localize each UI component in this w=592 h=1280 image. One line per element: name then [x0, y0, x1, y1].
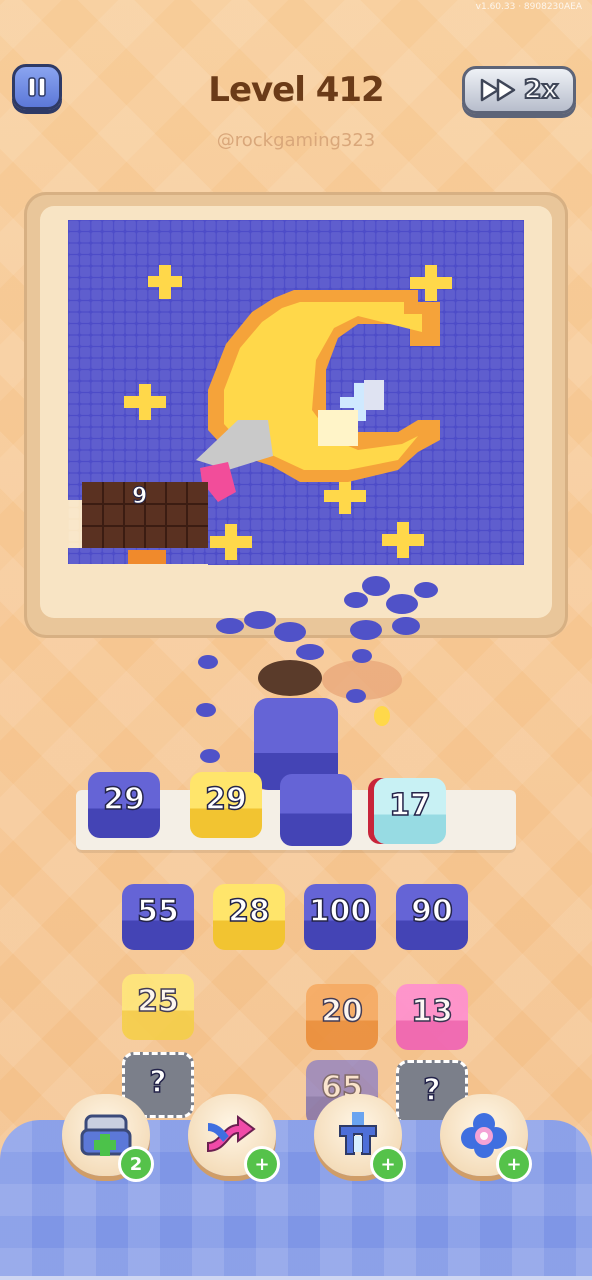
queue-cube: 25 [122, 974, 194, 1040]
speed-toggle-button[interactable]: 2x [462, 66, 576, 114]
cube-count-label: 13 [410, 993, 453, 1030]
booster-magnet-button[interactable]: + [314, 1094, 406, 1182]
cube-count-label: 17 [388, 787, 431, 824]
dock-cube[interactable]: 29 [88, 772, 160, 838]
booster-shuffle-button[interactable]: + [188, 1094, 280, 1182]
cube-count-label: 25 [136, 983, 179, 1020]
booster-add-badge: + [496, 1146, 532, 1182]
queue-cube: 13 [396, 984, 468, 1050]
queue-cube: 20 [306, 984, 378, 1050]
queue-cube[interactable]: 90 [396, 884, 468, 950]
pixel-art-board [68, 220, 524, 565]
queue-cube[interactable]: 100 [304, 884, 376, 950]
cube-count-label: 55 [136, 893, 179, 930]
booster-add-slot-button[interactable]: 2 [62, 1094, 154, 1182]
cube-count-label: 29 [204, 781, 247, 818]
cube-count-label: 20 [320, 993, 363, 1030]
watermark-handle: @rockgaming323 [216, 130, 376, 151]
chocolate-count-label: 9 [131, 484, 148, 510]
queue-cube[interactable]: 28 [213, 884, 285, 950]
dock-cube[interactable] [280, 774, 352, 846]
fast-forward-icon [480, 78, 515, 102]
booster-add-badge: + [370, 1146, 406, 1182]
cube-count-label: 100 [308, 893, 372, 930]
cube-count-label: 28 [227, 893, 270, 930]
booster-count-badge: 2 [118, 1146, 154, 1182]
booster-helper-button[interactable]: + [440, 1094, 532, 1182]
queue-cube[interactable]: 55 [122, 884, 194, 950]
cube-count-label: 29 [102, 781, 145, 818]
booster-add-badge: + [244, 1146, 280, 1182]
mystery-mark-icon: ? [423, 1072, 442, 1109]
status-bar-text: v1.60.33 · 8908230AEA [475, 2, 582, 12]
mystery-mark-icon: ? [149, 1064, 168, 1101]
cube-count-label: 90 [410, 893, 453, 930]
speed-label: 2x [523, 74, 560, 106]
dock-cube[interactable]: 29 [190, 772, 262, 838]
dock-cube[interactable]: 17 [374, 778, 446, 844]
